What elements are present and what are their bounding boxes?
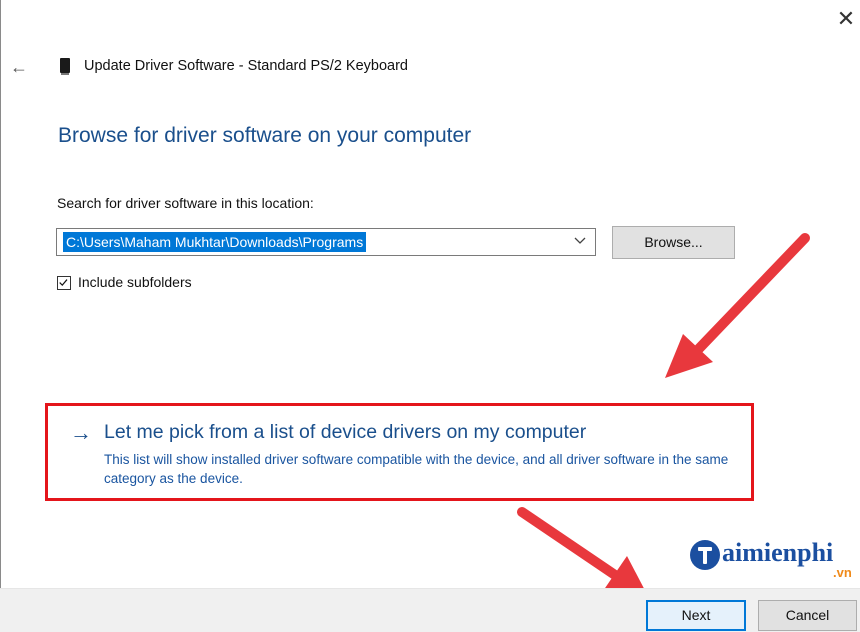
pick-from-list-description[interactable]: This list will show installed driver sof…: [104, 450, 744, 488]
annotation-arrow-upper: [665, 233, 810, 378]
pick-from-list-link[interactable]: Let me pick from a list of device driver…: [104, 421, 586, 444]
watermark-suffix: .vn: [833, 565, 852, 580]
watermark-text: aimienphi: [722, 538, 834, 567]
annotation-arrow-lower: [517, 507, 650, 600]
right-arrow-icon[interactable]: →: [70, 420, 92, 446]
cancel-button[interactable]: Cancel: [758, 600, 857, 631]
watermark-t-icon: [690, 540, 720, 570]
next-button[interactable]: Next: [646, 600, 746, 631]
taimienphi-watermark-logo: aimienphi .vn: [690, 538, 860, 590]
